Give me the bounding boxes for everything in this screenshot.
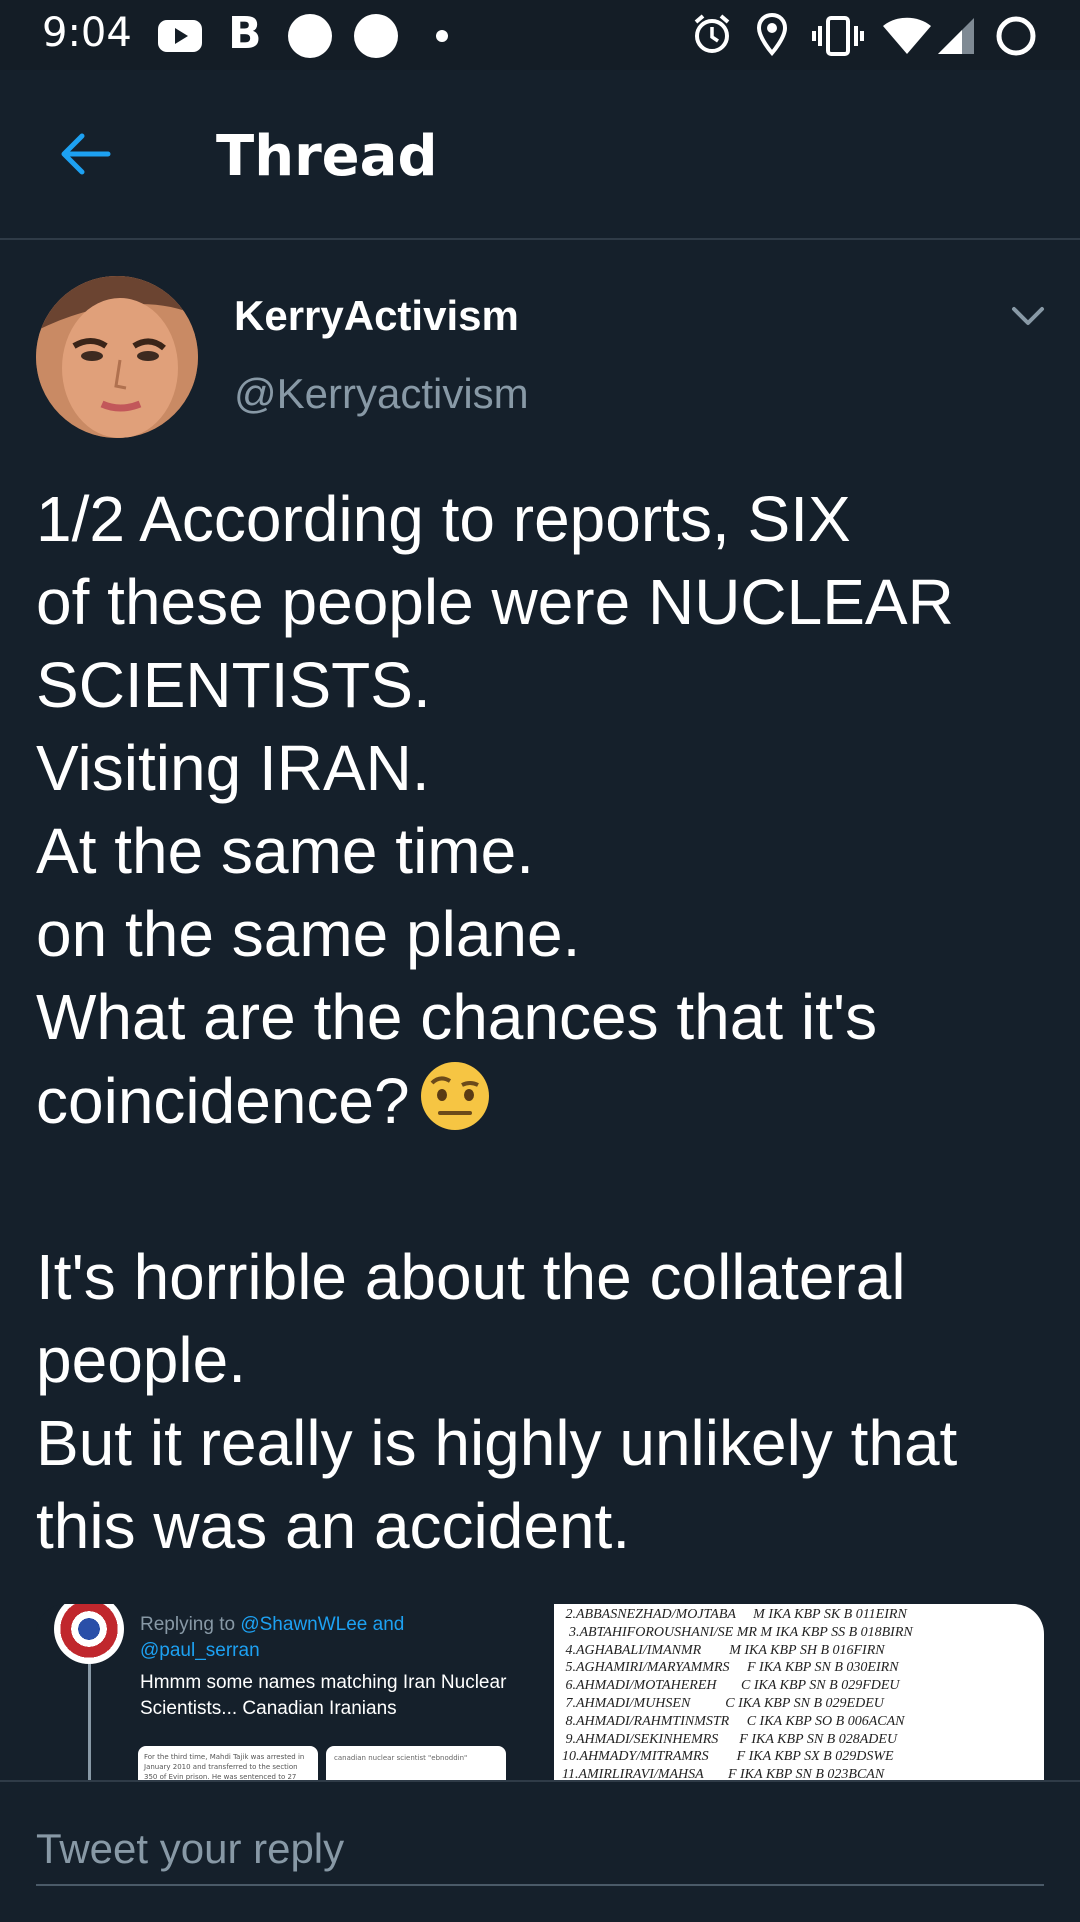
chevron-down-icon[interactable] bbox=[1010, 304, 1046, 332]
status-bar: 9:04 B bbox=[0, 0, 1080, 70]
manifest-row: 8.AHMADI/RAHMTINMSTR C IKA KBP SO B 006A… bbox=[562, 1713, 905, 1729]
tweet-line-with-emoji: coincidence? bbox=[36, 1059, 1046, 1153]
manifest-row: 11.AMIRLIRAVI/MAHSA F IKA KBP SN B 023BC… bbox=[562, 1767, 885, 1780]
media-image-right[interactable]: 2.ABBASNEZHAD/MOJTABA M IKA KBP SK B 011… bbox=[554, 1604, 1044, 1780]
thread-line bbox=[88, 1664, 91, 1780]
back-arrow-icon[interactable] bbox=[56, 130, 112, 182]
mention-link: @ShawnWLee and bbox=[240, 1614, 405, 1635]
tweet-line: Visiting IRAN. bbox=[36, 732, 430, 804]
tweet-line: this was an accident. bbox=[36, 1490, 631, 1562]
tweet-line: It's horrible about the collateral bbox=[36, 1241, 906, 1313]
wifi-icon bbox=[882, 16, 932, 66]
signal-icon bbox=[936, 16, 976, 66]
app-bar: Thread bbox=[0, 70, 1080, 240]
location-icon bbox=[756, 12, 788, 66]
replying-to: Replying to @ShawnWLee and @paul_serran bbox=[140, 1614, 405, 1661]
b-icon: B bbox=[228, 8, 262, 59]
paragraph-break bbox=[36, 1153, 1046, 1236]
mention-link: @paul_serran bbox=[140, 1640, 260, 1661]
circle-icon bbox=[354, 14, 398, 58]
manifest-row: 5.AGHAMIRI/MARYAMMRS F IKA KBP SN B 030E… bbox=[562, 1660, 899, 1676]
media-image-left[interactable]: Replying to @ShawnWLee and @paul_serran … bbox=[36, 1604, 544, 1780]
tweet-line: people. bbox=[36, 1324, 246, 1396]
tweet-line: 1/2 According to reports, SIX bbox=[36, 483, 851, 555]
manifest-row: 7.AHMADI/MUHSEN C IKA KBP SN B 029EDEU bbox=[562, 1695, 884, 1711]
shield-avatar-icon bbox=[54, 1604, 124, 1664]
tweet-line: But it really is highly unlikely that bbox=[36, 1407, 958, 1479]
quoted-card: canadian nuclear scientist "ebnoddin" bbox=[326, 1746, 506, 1780]
page-title: Thread bbox=[216, 124, 438, 189]
status-time: 9:04 bbox=[42, 10, 132, 56]
display-name[interactable]: KerryActivism bbox=[234, 292, 519, 340]
dot-icon bbox=[436, 30, 448, 42]
battery-icon bbox=[994, 14, 1038, 68]
tweet-line: coincidence? bbox=[36, 1064, 410, 1137]
user-handle[interactable]: @Kerryactivism bbox=[234, 370, 529, 418]
alarm-icon bbox=[692, 12, 732, 66]
tweet-line: of these people were NUCLEAR bbox=[36, 566, 954, 638]
quoted-card: For the third time, Mahdi Tajik was arre… bbox=[138, 1746, 318, 1780]
manifest-row: 6.AHMADI/MOTAHEREH C IKA KBP SN B 029FDE… bbox=[562, 1678, 900, 1694]
tweet-line: on the same plane. bbox=[36, 898, 581, 970]
youtube-icon bbox=[158, 20, 202, 52]
manifest-row: 10.AHMADY/MITRAMRS F IKA KBP SX B 029DSW… bbox=[562, 1749, 894, 1765]
manifest-row: 4.AGHABALI/IMANMR M IKA KBP SH B 016FIRN bbox=[562, 1642, 885, 1658]
vibrate-icon bbox=[812, 14, 864, 68]
tweet-line: SCIENTISTS. bbox=[36, 649, 431, 721]
manifest-row: 3.ABTAHIFOROUSHANI/SE MR M IKA KBP SS B … bbox=[562, 1624, 913, 1640]
raised-eyebrow-emoji-icon bbox=[418, 1059, 492, 1153]
passenger-manifest: 2.ABBASNEZHAD/MOJTABA M IKA KBP SK B 011… bbox=[562, 1606, 1044, 1780]
tweet-reply-input[interactable] bbox=[36, 1814, 1044, 1886]
manifest-row: 2.ABBASNEZHAD/MOJTABA M IKA KBP SK B 011… bbox=[562, 1607, 907, 1622]
manifest-row: 9.AHMADI/SEKINHEMRS F IKA KBP SN B 028AD… bbox=[562, 1731, 898, 1747]
tweet-line: At the same time. bbox=[36, 815, 534, 887]
tweet-text: 1/2 According to reports, SIX of these p… bbox=[36, 478, 1046, 1568]
circle-icon bbox=[288, 14, 332, 58]
tweet-media: Replying to @ShawnWLee and @paul_serran … bbox=[36, 1604, 1044, 1780]
reply-bar bbox=[0, 1780, 1080, 1922]
tweet-line: What are the chances that it's bbox=[36, 981, 878, 1053]
quoted-reply-text: Hmmm some names matching Iran Nuclear Sc… bbox=[140, 1672, 507, 1719]
avatar[interactable] bbox=[36, 276, 198, 438]
